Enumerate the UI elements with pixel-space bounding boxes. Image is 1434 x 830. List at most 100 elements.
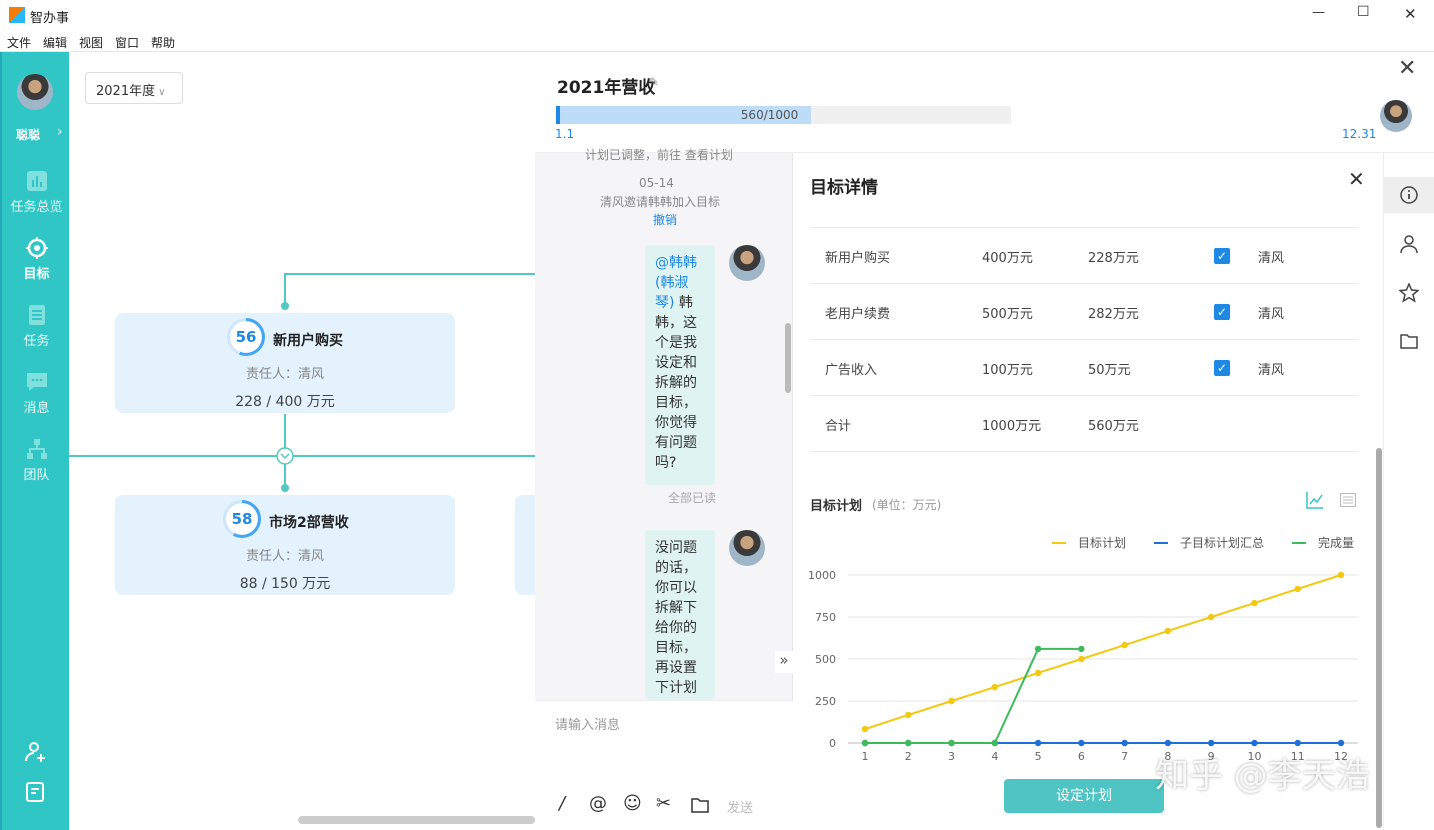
- chat-input[interactable]: 请输入消息: [555, 714, 620, 733]
- sidebar-item-label: 任务: [23, 334, 50, 349]
- collapse-icon[interactable]: »: [775, 651, 793, 673]
- detail-scrollbar[interactable]: [1376, 448, 1382, 828]
- edit-note-icon[interactable]: [24, 780, 48, 804]
- data-point: [1251, 599, 1258, 607]
- table-row[interactable]: 广告收入 100万元 50万元 ✓ 清风: [810, 340, 1358, 396]
- detail-title: 目标详情: [810, 178, 878, 198]
- menu-edit[interactable]: 编辑: [43, 34, 67, 51]
- y-tick-label: 250: [815, 695, 836, 708]
- chat-input-area[interactable]: 请输入消息 / @ ☺ ✂ 发送: [535, 700, 793, 830]
- data-point: [948, 697, 955, 705]
- close-detail-button[interactable]: ✕: [1348, 167, 1365, 191]
- line-chart-icon[interactable]: [1306, 491, 1324, 509]
- sidebar-item-overview[interactable]: 任务总览: [2, 170, 71, 215]
- y-tick-label: 1000: [808, 569, 836, 582]
- menu-help[interactable]: 帮助: [151, 34, 175, 51]
- sidebar-item-goal[interactable]: 目标: [2, 237, 71, 282]
- x-tick-label: 3: [948, 750, 955, 763]
- org-icon: [26, 439, 47, 459]
- sidebar-item-message[interactable]: 消息: [2, 371, 71, 416]
- info-tab[interactable]: [1384, 177, 1434, 213]
- legend-label: 目标计划: [1078, 536, 1126, 550]
- table-view-icon[interactable]: [1340, 493, 1356, 507]
- row-checkbox[interactable]: ✓: [1214, 360, 1230, 376]
- user-name[interactable]: 聪聪: [16, 126, 40, 143]
- table-row[interactable]: 老用户续费 500万元 282万元 ✓ 清风: [810, 284, 1358, 340]
- app-title: 智办事: [30, 11, 70, 26]
- chat-hint: 计划已调整，前往 查看计划: [585, 148, 733, 162]
- sender-avatar[interactable]: [729, 530, 765, 566]
- watermark: 知乎 @李天浩: [1155, 756, 1370, 796]
- card-owner: 责任人：清风: [245, 367, 324, 382]
- data-point: [1164, 739, 1172, 747]
- target-icon: [25, 237, 48, 259]
- row-checkbox[interactable]: ✓: [1214, 304, 1230, 320]
- folder-icon[interactable]: [691, 797, 709, 813]
- scissors-icon[interactable]: ✂: [656, 793, 671, 814]
- menu-file[interactable]: 文件: [7, 34, 31, 51]
- person-icon[interactable]: [1400, 235, 1418, 253]
- list-icon: [28, 305, 45, 325]
- x-tick-label: 7: [1121, 750, 1128, 763]
- info-icon: [1400, 186, 1418, 204]
- user-avatar[interactable]: [17, 74, 53, 110]
- undo-link[interactable]: 撤销: [653, 211, 677, 228]
- row-name: 新用户购买: [825, 251, 891, 266]
- data-point: [1337, 571, 1345, 579]
- sidebar-item-label: 任务总览: [10, 200, 63, 215]
- sidebar-item-task[interactable]: 任务: [2, 304, 71, 349]
- horizontal-scrollbar[interactable]: [298, 816, 535, 824]
- at-icon[interactable]: @: [589, 793, 607, 814]
- menu-view[interactable]: 视图: [79, 34, 103, 51]
- row-checkbox[interactable]: ✓: [1214, 248, 1230, 264]
- sender-avatar[interactable]: [729, 245, 765, 281]
- maximize-button[interactable]: ☐: [1357, 4, 1370, 20]
- data-point: [905, 739, 912, 747]
- goal-card[interactable]: 58 市场2部营收 责任人：清风 88 / 150 万元: [115, 495, 455, 595]
- y-tick-label: 0: [829, 737, 836, 750]
- sidebar-item-team[interactable]: 团队: [2, 438, 71, 483]
- goal-card-partial[interactable]: [515, 495, 535, 595]
- table-row[interactable]: 新用户购买 400万元 228万元 ✓ 清风: [810, 228, 1358, 284]
- add-member-icon[interactable]: [24, 740, 48, 764]
- edit-icon[interactable]: ✎: [649, 75, 659, 89]
- row-name: 合计: [825, 419, 852, 434]
- row-name: 老用户续费: [825, 307, 891, 322]
- panel-title: 2021年营收: [557, 78, 656, 98]
- data-point: [861, 725, 869, 733]
- chevron-right-icon[interactable]: ›: [57, 124, 63, 140]
- owner-avatar[interactable]: [1380, 100, 1412, 132]
- system-message: 清风邀请韩韩加入目标: [600, 195, 721, 209]
- x-tick-label: 1: [862, 750, 869, 763]
- card-title: 新用户购买: [273, 333, 343, 349]
- minimize-button[interactable]: —: [1312, 5, 1325, 20]
- plan-unit: (单位：万元): [872, 498, 942, 512]
- slash-icon[interactable]: /: [559, 793, 565, 814]
- emoji-icon[interactable]: ☺: [623, 793, 642, 814]
- data-point: [1251, 739, 1258, 747]
- data-point: [1164, 627, 1172, 635]
- row-target: 500万元: [982, 307, 1033, 322]
- progress-start: 1.1: [555, 127, 575, 141]
- y-tick-label: 750: [815, 611, 836, 624]
- star-icon[interactable]: [1399, 283, 1419, 303]
- data-point: [948, 739, 955, 747]
- data-point: [1207, 613, 1215, 621]
- row-done: 560万元: [1088, 419, 1139, 434]
- menu-window[interactable]: 窗口: [115, 34, 139, 51]
- goal-detail-panel: 目标详情 ✕ 新用户购买 400万元 228万元 ✓ 清风 老用户续费 500万…: [794, 153, 1382, 830]
- send-button[interactable]: 发送: [727, 797, 753, 816]
- menu-bar: 文件 编辑 视图 窗口 帮助: [0, 30, 1434, 52]
- progress-ring: 56: [227, 318, 265, 356]
- set-plan-button[interactable]: 设定计划: [1004, 779, 1164, 813]
- row-done: 228万元: [1088, 251, 1139, 266]
- goal-card[interactable]: 56 新用户购买 责任人：清风 228 / 400 万元: [115, 313, 455, 413]
- chat-bubble: 没问题的话，你可以拆解下给你的目标，再设置下计划: [645, 530, 715, 700]
- sidebar-item-label: 团队: [23, 468, 50, 483]
- close-window-button[interactable]: ✕: [1404, 5, 1417, 23]
- close-panel-button[interactable]: ✕: [1398, 56, 1416, 81]
- data-point: [1207, 739, 1215, 747]
- chat-scrollbar[interactable]: [785, 323, 791, 393]
- progress-label: 560/1000: [740, 108, 799, 122]
- folder-icon[interactable]: [1400, 333, 1418, 349]
